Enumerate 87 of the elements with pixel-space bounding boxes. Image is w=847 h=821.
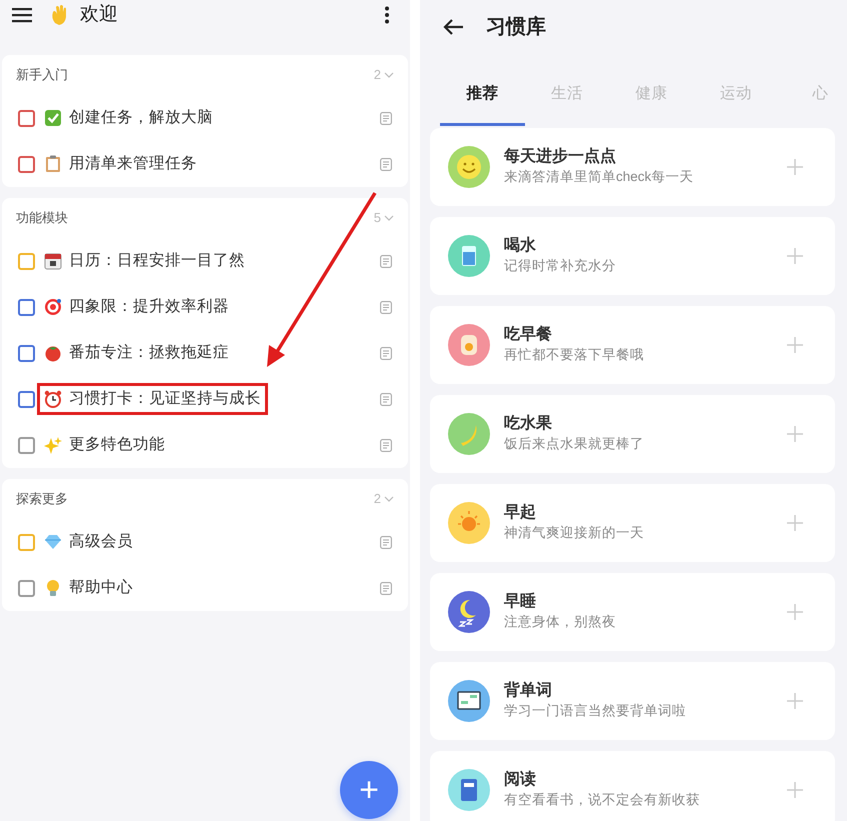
checkbox[interactable]	[18, 156, 35, 172]
section-count: 2	[374, 66, 381, 84]
add-icon[interactable]	[787, 426, 803, 442]
habit-name: 早睡	[504, 592, 537, 612]
checkbox[interactable]	[18, 298, 35, 316]
note-icon	[380, 300, 392, 314]
habit-name: 吃早餐	[504, 325, 553, 346]
moon-icon	[448, 591, 490, 633]
target-icon	[44, 298, 62, 316]
add-icon[interactable]	[787, 693, 803, 709]
checkbox[interactable]	[18, 436, 35, 454]
smiley-icon	[448, 146, 490, 188]
more-options-icon[interactable]	[384, 6, 390, 24]
add-icon[interactable]	[787, 515, 803, 531]
screen-title: 欢迎	[80, 2, 118, 27]
habit-name: 每天进步一点点	[504, 147, 617, 168]
task-title: 创建任务，解放大脑	[69, 108, 213, 128]
note-icon	[380, 254, 392, 268]
task-title: 帮助中心	[69, 578, 133, 598]
category-tab[interactable]: 生活	[524, 65, 609, 126]
section-title: 新手入门	[16, 66, 68, 84]
task-title: 用清单来管理任务	[69, 154, 197, 174]
chevron-down-icon[interactable]	[384, 495, 394, 503]
section-title: 功能模块	[16, 209, 68, 228]
task-title: 番茄专注：拯救拖延症	[69, 343, 229, 364]
habit-name: 喝水	[504, 236, 537, 256]
screen-title: 习惯库	[486, 14, 546, 40]
lightbulb-icon	[44, 579, 62, 597]
menu-icon[interactable]	[12, 7, 32, 23]
habit-description: 记得时常补充水分	[504, 256, 616, 275]
task-title: 更多特色功能	[69, 435, 165, 456]
note-icon	[380, 582, 392, 594]
habit-name: 背单词	[504, 681, 553, 702]
category-tab[interactable]: 运动	[694, 65, 778, 126]
tomato-icon	[44, 344, 62, 362]
section-count: 5	[374, 209, 381, 228]
add-icon[interactable]	[787, 337, 803, 353]
check-mark-icon	[44, 109, 62, 127]
habit-description: 注意身体，别熬夜	[504, 612, 616, 631]
note-icon	[380, 392, 392, 406]
note-icon	[380, 536, 392, 548]
calendar-icon	[44, 252, 62, 270]
habit-description: 来滴答清单里简单check每一天	[504, 168, 694, 186]
note-icon	[380, 112, 392, 124]
chevron-down-icon[interactable]	[384, 71, 394, 79]
checkbox[interactable]	[18, 534, 35, 550]
habit-name: 吃水果	[504, 414, 553, 434]
category-tab[interactable]: 健康	[609, 65, 694, 126]
habit-description: 饭后来点水果就更棒了	[504, 434, 644, 453]
chevron-down-icon[interactable]	[384, 214, 394, 222]
clipboard-icon	[44, 155, 62, 173]
section-title: 探索更多	[16, 490, 68, 508]
glass-icon	[448, 235, 490, 277]
diamond-icon	[44, 533, 62, 551]
category-tab[interactable]: 心	[778, 65, 847, 126]
checkbox[interactable]	[18, 252, 35, 270]
book-icon	[448, 769, 490, 811]
add-icon[interactable]	[787, 248, 803, 264]
section-count: 2	[374, 490, 381, 508]
alarm-clock-icon	[44, 390, 62, 408]
back-arrow-icon[interactable]	[442, 18, 464, 36]
habit-description: 神清气爽迎接新的一天	[504, 524, 644, 542]
habit-description: 再忙都不要落下早餐哦	[504, 346, 644, 364]
toast-icon	[448, 324, 490, 366]
open-book-icon	[448, 680, 490, 722]
add-icon[interactable]	[787, 604, 803, 620]
sparkles-icon	[44, 436, 62, 454]
checkbox[interactable]	[18, 390, 35, 408]
habit-name: 早起	[504, 503, 537, 524]
banana-icon	[448, 413, 490, 455]
task-title: 日历：日程安排一目了然	[69, 251, 245, 272]
note-icon	[380, 346, 392, 360]
note-icon	[380, 158, 392, 170]
habit-description: 学习一门语言当然要背单词啦	[504, 702, 686, 720]
habit-description: 有空看看书，说不定会有新收获	[504, 790, 700, 809]
add-icon[interactable]	[787, 782, 803, 798]
add-icon[interactable]	[787, 159, 803, 175]
checkbox[interactable]	[18, 580, 35, 596]
task-title: 四象限：提升效率利器	[69, 297, 229, 318]
task-title: 高级会员	[69, 532, 133, 552]
add-button[interactable]: +	[340, 761, 398, 819]
task-title: 习惯打卡：见证坚持与成长	[69, 389, 261, 410]
checkbox[interactable]	[18, 344, 35, 362]
note-icon	[380, 438, 392, 452]
sun-icon	[448, 502, 490, 544]
habit-name: 阅读	[504, 770, 537, 790]
checkbox[interactable]	[18, 110, 35, 126]
